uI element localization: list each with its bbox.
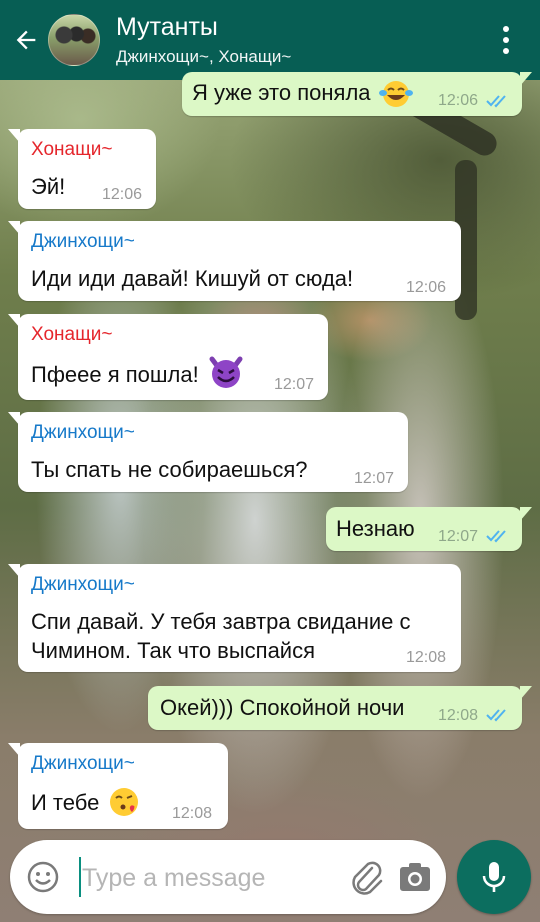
voice-record-button[interactable] (457, 840, 531, 914)
chat-members: Джинхощи~, Хонащи~ (116, 47, 292, 66)
message-time: 12:08 (406, 649, 447, 666)
message-time: 12:06 (102, 186, 143, 203)
message-time: 12:07 (354, 470, 395, 487)
chat-title-block[interactable]: Мутанты Джинхощи~, Хонащи~ (116, 12, 486, 68)
text-cursor (79, 857, 81, 897)
message-text: Я уже это поняла (192, 80, 371, 105)
message-sender: Хонащи~ (31, 324, 113, 345)
more-vertical-icon-dot (503, 37, 509, 43)
message-sender: Хонащи~ (31, 139, 113, 160)
message-incoming[interactable]: Джинхощи~ И тебе 12:08 (8, 743, 228, 829)
message-composer (10, 840, 446, 914)
message-outgoing[interactable]: Я уже это поняла 12:06 (182, 72, 532, 116)
message-text: Пфеее я пошла! (31, 362, 199, 387)
message-sender: Джинхощи~ (31, 231, 135, 252)
message-text: Ты спать не собираешься? (31, 457, 308, 482)
message-outgoing[interactable]: Незнаю 12:07 (326, 507, 532, 551)
more-options-button[interactable] (486, 0, 526, 80)
message-sender: Джинхощи~ (31, 422, 135, 443)
message-text-line-2: Чимином. Так что выспайся (31, 638, 316, 663)
read-ticks-icon (486, 530, 506, 543)
smiling-imp-icon (209, 356, 243, 389)
message-text-wrap: И тебе (31, 788, 143, 818)
message-incoming[interactable]: Джинхощи~ Ты спать не собираешься? 12:07 (8, 412, 408, 492)
message-text: И тебе (31, 790, 100, 815)
face-blowing-kiss-icon (110, 788, 139, 817)
message-text-wrap: Я уже это поняла (192, 78, 413, 108)
message-time: 12:06 (438, 92, 479, 109)
message-input[interactable] (82, 858, 342, 898)
message-text: Эй! (31, 174, 66, 199)
chat-header: Мутанты Джинхощи~, Хонащи~ (0, 0, 540, 80)
message-time: 12:08 (438, 707, 479, 724)
message-incoming[interactable]: Джинхощи~ Спи давай. У тебя завтра свида… (8, 564, 461, 672)
face-with-tears-of-joy-icon (378, 81, 413, 108)
more-vertical-icon (503, 26, 509, 32)
message-incoming[interactable]: Хонащи~ Пфеее я пошла! 12:07 (8, 314, 328, 400)
message-text: Незнаю (336, 516, 415, 541)
message-sender: Джинхощи~ (31, 574, 135, 595)
message-incoming[interactable]: Джинхощи~ Иди иди давай! Кишуй от сюда! … (8, 221, 461, 301)
message-outgoing[interactable]: Окей))) Спокойной ночи 12:08 (148, 686, 532, 730)
more-vertical-icon-dot (503, 48, 509, 54)
message-time: 12:08 (172, 805, 213, 822)
message-text: Иди иди давай! Кишуй от сюда! (31, 266, 354, 291)
message-sender: Джинхощи~ (31, 753, 135, 774)
read-ticks-icon (486, 95, 506, 108)
microphone-icon (482, 862, 506, 892)
message-text: Окей))) Спокойной ночи (160, 695, 405, 720)
read-ticks-icon (486, 709, 506, 722)
message-time: 12:07 (438, 528, 479, 545)
message-time: 12:06 (406, 279, 447, 296)
message-text-line-1: Спи давай. У тебя завтра свидание с (31, 609, 411, 634)
arrow-left-icon (16, 30, 36, 50)
back-button[interactable] (4, 0, 48, 80)
message-incoming[interactable]: Хонащи~ Эй! 12:06 (8, 129, 156, 209)
camera-icon[interactable] (398, 860, 432, 894)
paperclip-icon[interactable] (348, 858, 384, 898)
message-text-wrap: Пфеее я пошла! (31, 356, 245, 390)
smiley-icon[interactable] (26, 860, 60, 894)
message-time: 12:07 (274, 376, 315, 393)
group-avatar[interactable] (48, 14, 100, 66)
chat-title: Мутанты (116, 13, 218, 41)
